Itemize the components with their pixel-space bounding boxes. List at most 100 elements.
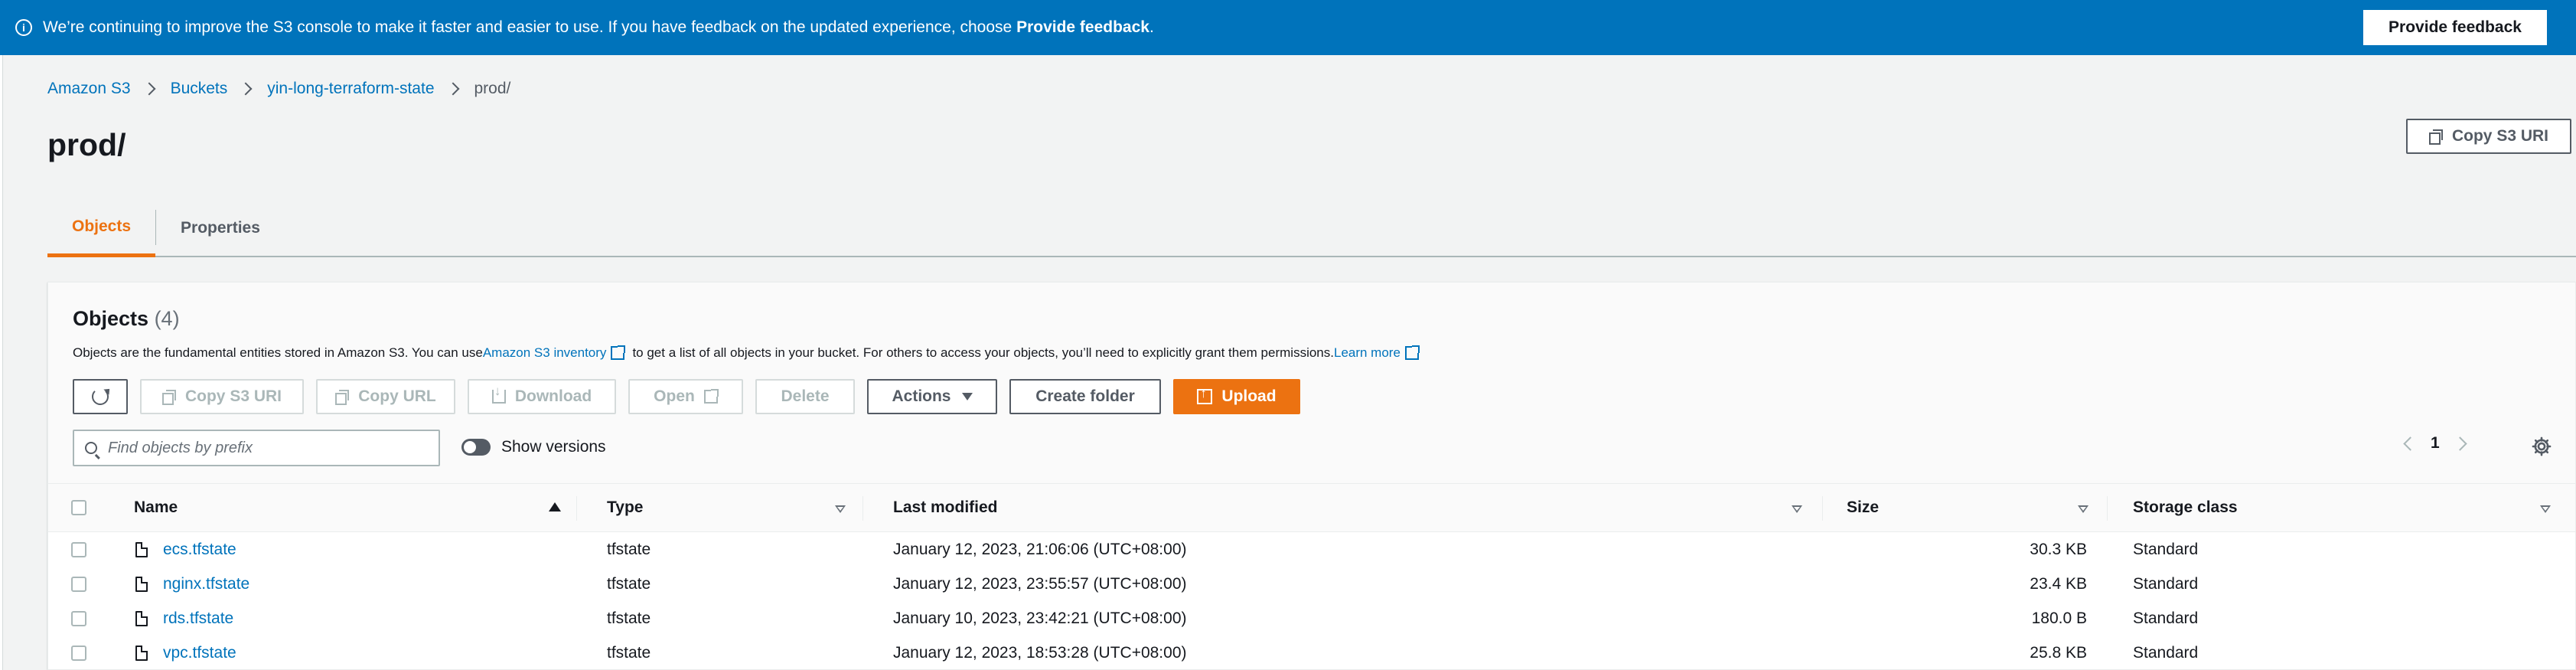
object-name-link[interactable]: ecs.tfstate (163, 541, 236, 559)
column-header-storage-class[interactable]: Storage class (2133, 498, 2238, 517)
breadcrumb-amazon-s3[interactable]: Amazon S3 (47, 80, 131, 98)
objects-toolbar: Copy S3 URI Copy URL Download Open Delet… (73, 379, 1312, 414)
object-size: 30.3 KB (2030, 540, 2087, 558)
show-versions-toggle[interactable] (461, 439, 491, 456)
object-name-link[interactable]: rds.tfstate (163, 610, 233, 628)
object-size: 180.0 B (2031, 609, 2087, 627)
tab-bar: Objects Properties (47, 199, 2576, 257)
column-header-size[interactable]: Size (1847, 498, 1879, 517)
column-header-last-modified[interactable]: Last modified (893, 498, 998, 517)
learn-more-link[interactable]: Learn more (1334, 345, 1400, 361)
table-row: vpc.tfstate tfstate January 12, 2023, 18… (48, 636, 2575, 670)
tab-properties[interactable]: Properties (156, 199, 285, 257)
table-row: nginx.tfstate tfstate January 12, 2023, … (48, 567, 2575, 601)
object-type: tfstate (607, 609, 651, 627)
table-row: ecs.tfstate tfstate January 12, 2023, 21… (48, 532, 2575, 567)
chevron-left-icon[interactable] (2403, 436, 2418, 451)
object-size: 25.8 KB (2030, 643, 2087, 662)
row-checkbox[interactable] (71, 610, 86, 626)
object-size: 23.4 KB (2030, 574, 2087, 593)
chevron-right-icon (446, 82, 459, 96)
breadcrumb-current: prod/ (474, 80, 511, 97)
object-type: tfstate (607, 643, 651, 662)
column-divider (1822, 496, 1823, 521)
file-icon (135, 610, 148, 626)
sort-icon[interactable] (2078, 505, 2089, 513)
preferences-button[interactable] (2528, 433, 2555, 460)
show-versions-label: Show versions (501, 438, 606, 456)
open-button[interactable]: Open (628, 379, 743, 414)
chevron-right-icon[interactable] (2452, 436, 2467, 451)
sort-icon[interactable] (2540, 505, 2551, 513)
create-folder-button[interactable]: Create folder (1009, 379, 1161, 414)
search-icon (85, 442, 97, 454)
object-last-modified: January 12, 2023, 21:06:06 (UTC+08:00) (893, 540, 1187, 558)
objects-table: Name Type Last modified Size Storage cla… (48, 483, 2575, 670)
object-last-modified: January 12, 2023, 18:53:28 (UTC+08:00) (893, 643, 1187, 662)
sort-icon[interactable] (1792, 505, 1802, 513)
breadcrumb-bucket[interactable]: yin-long-terraform-state (267, 80, 434, 98)
column-header-name[interactable]: Name (134, 498, 178, 517)
page-title: prod/ (47, 127, 126, 162)
object-last-modified: January 12, 2023, 23:55:57 (UTC+08:00) (893, 574, 1187, 593)
external-link-icon (1404, 345, 1420, 360)
copy-s3-uri-label: Copy S3 URI (2451, 127, 2549, 145)
upload-icon (1197, 386, 1213, 404)
file-icon (135, 576, 148, 592)
file-icon (135, 541, 148, 557)
row-checkbox[interactable] (71, 645, 86, 661)
copy-s3-uri-toolbar-button[interactable]: Copy S3 URI (140, 379, 304, 414)
object-storage-class: Standard (2133, 643, 2199, 662)
external-link-icon (703, 389, 719, 404)
column-divider (862, 496, 863, 521)
object-last-modified: January 10, 2023, 23:42:21 (UTC+08:00) (893, 609, 1187, 627)
select-all-checkbox[interactable] (71, 500, 86, 515)
objects-panel: Objects (4) Objects are the fundamental … (47, 282, 2576, 670)
provide-feedback-button[interactable]: Provide feedback (2363, 10, 2547, 45)
refresh-button[interactable] (73, 379, 128, 414)
sort-ascending-icon[interactable] (549, 502, 561, 511)
breadcrumb: Amazon S3 Buckets yin-long-terraform-sta… (47, 80, 510, 98)
object-name-link[interactable]: vpc.tfstate (163, 644, 236, 662)
objects-description: Objects are the fundamental entities sto… (73, 345, 1427, 361)
objects-title: Objects (4) (73, 307, 180, 330)
object-type: tfstate (607, 574, 651, 593)
tab-objects[interactable]: Objects (47, 199, 156, 257)
search-field[interactable] (73, 430, 440, 466)
caret-down-icon (961, 393, 973, 400)
object-type: tfstate (607, 540, 651, 558)
column-divider (2107, 496, 2108, 521)
feedback-banner: i We’re continuing to improve the S3 con… (0, 0, 2576, 55)
actions-dropdown[interactable]: Actions (867, 379, 997, 414)
chevron-right-icon (142, 82, 156, 96)
download-button[interactable]: Download (468, 379, 616, 414)
breadcrumb-buckets[interactable]: Buckets (171, 80, 228, 98)
upload-button[interactable]: Upload (1173, 379, 1300, 414)
delete-button[interactable]: Delete (755, 379, 855, 414)
search-input[interactable] (108, 439, 429, 457)
copy-s3-uri-button[interactable]: Copy S3 URI (2406, 119, 2571, 154)
copy-icon (161, 390, 176, 405)
sort-icon[interactable] (835, 505, 846, 513)
table-row: rds.tfstate tfstate January 10, 2023, 23… (48, 601, 2575, 636)
column-header-type[interactable]: Type (607, 498, 643, 517)
table-header: Name Type Last modified Size Storage cla… (48, 483, 2575, 532)
copy-url-button[interactable]: Copy URL (316, 379, 455, 414)
object-storage-class: Standard (2133, 574, 2199, 593)
pagination: 1 (2403, 434, 2467, 453)
row-checkbox[interactable] (71, 541, 86, 557)
info-icon: i (15, 19, 32, 36)
banner-text: We’re continuing to improve the S3 conso… (43, 18, 1154, 36)
side-nav-edge[interactable] (0, 55, 3, 670)
show-versions-control[interactable]: Show versions (461, 438, 606, 456)
object-storage-class: Standard (2133, 540, 2199, 558)
gear-icon (2532, 436, 2552, 456)
row-checkbox[interactable] (71, 576, 86, 592)
page-number[interactable]: 1 (2431, 434, 2440, 453)
file-icon (135, 645, 148, 661)
refresh-icon (92, 388, 109, 405)
inventory-link[interactable]: Amazon S3 inventory (483, 345, 607, 361)
copy-icon (335, 390, 350, 405)
object-name-link[interactable]: nginx.tfstate (163, 575, 249, 593)
download-icon (491, 384, 506, 404)
